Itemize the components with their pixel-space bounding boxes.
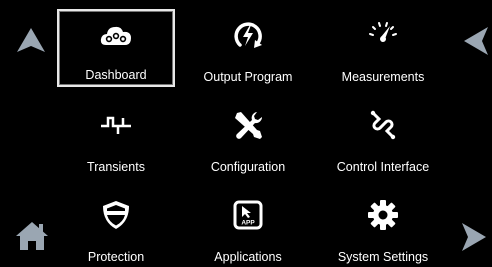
home-icon[interactable] [15, 220, 49, 252]
wrench-screwdriver-icon [231, 108, 265, 142]
cable-connector-icon [366, 108, 400, 142]
menu-item-label: Applications [214, 250, 282, 264]
menu-item-label: Control Interface [336, 160, 430, 174]
menu-item-dashboard[interactable]: Dashboard [57, 9, 175, 87]
menu-item-label: Output Program [203, 70, 293, 84]
menu-item-system-settings[interactable]: System Settings [324, 189, 442, 267]
menu-item-label: Dashboard [85, 68, 147, 82]
menu-item-configuration[interactable]: Configuration [189, 99, 307, 177]
menu-item-label: Measurements [341, 70, 425, 84]
menu-item-control-interface[interactable]: Control Interface [324, 99, 442, 177]
gauge-icon [366, 18, 400, 52]
menu-item-label: Protection [87, 250, 145, 264]
output-program-bolt-icon [231, 18, 265, 52]
menu-item-measurements[interactable]: Measurements [324, 9, 442, 87]
gear-icon [366, 198, 400, 232]
menu-item-applications[interactable]: APP Applications [189, 189, 307, 267]
arrow-up-icon[interactable] [16, 26, 46, 54]
main-menu-screen: Dashboard Output Program Measurements Tr… [0, 0, 492, 266]
arrow-left-icon[interactable] [462, 26, 490, 56]
menu-item-output-program[interactable]: Output Program [189, 9, 307, 87]
menu-item-label: Configuration [210, 160, 286, 174]
menu-item-transients[interactable]: Transients [57, 99, 175, 177]
menu-item-label: System Settings [337, 250, 429, 264]
dashboard-cloud-icon [99, 18, 133, 52]
arrow-right-icon[interactable] [460, 222, 488, 252]
menu-item-label: Transients [87, 160, 145, 174]
transients-waveform-icon [99, 108, 133, 142]
app-icon-text: APP [241, 220, 255, 227]
menu-item-protection[interactable]: Protection [57, 189, 175, 267]
shield-icon [99, 198, 133, 232]
app-icon: APP [231, 198, 265, 232]
